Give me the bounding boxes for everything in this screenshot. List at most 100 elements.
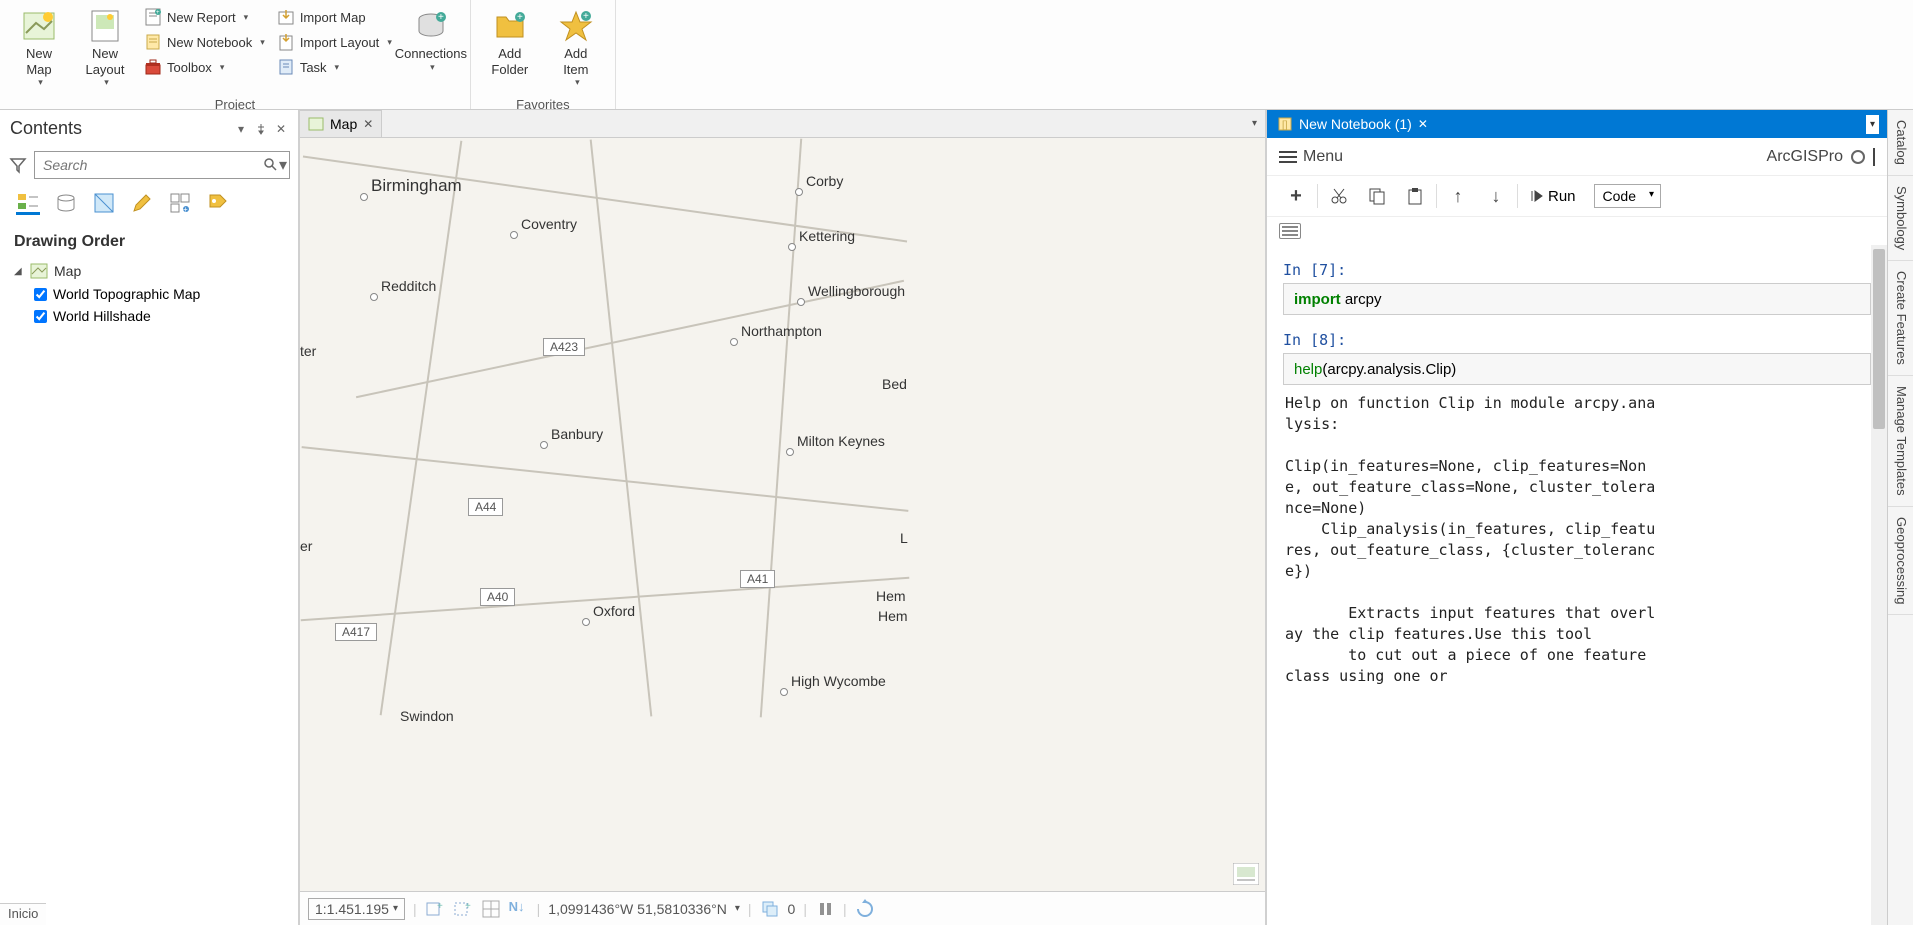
svg-text:+: +: [183, 205, 188, 214]
scale-input[interactable]: 1:1.451.195▾: [308, 898, 405, 920]
layer-item[interactable]: World Topographic Map: [34, 283, 284, 305]
cell-code[interactable]: import arcpy: [1283, 283, 1871, 315]
toolbox-button[interactable]: Toolbox: [140, 56, 269, 78]
connections-button[interactable]: + Connections: [400, 6, 462, 90]
cell-type-select[interactable]: Code: [1594, 184, 1661, 208]
toc-toolbar: +: [0, 183, 298, 223]
cell-code[interactable]: help(arcpy.analysis.Clip): [1283, 353, 1871, 385]
contents-title: Contents: [10, 118, 228, 139]
map-tree-item[interactable]: ◢ Map: [14, 259, 284, 283]
task-button[interactable]: Task: [273, 56, 396, 78]
side-panel-tab[interactable]: Create Features: [1888, 261, 1913, 376]
map-tab-label: Map: [330, 116, 357, 132]
map-status-bar: 1:1.451.195▾ | + + N↓ | 1,0991436°W 51,5…: [300, 891, 1265, 925]
search-icon[interactable]: ▾: [261, 152, 289, 178]
map-city-label: High Wycombe: [780, 673, 886, 689]
notebook-cell[interactable]: In [7]:import arcpy: [1275, 261, 1879, 315]
side-panel-tab[interactable]: Geoprocessing: [1888, 507, 1913, 615]
search-box: ▾: [34, 151, 290, 179]
new-map-button[interactable]: NewMap: [8, 6, 70, 90]
move-up-button[interactable]: ↑: [1441, 182, 1475, 210]
selection-count: 0: [788, 901, 796, 917]
map-tab[interactable]: Map ✕: [300, 110, 382, 137]
notebook-body[interactable]: In [7]:import arcpy In [8]: help(arcpy.ana…: [1267, 245, 1887, 925]
notebook-panel: [] New Notebook (1) ✕ ▾ Menu ArcGISPro +: [1265, 110, 1887, 925]
map-canvas[interactable]: BirminghamCoventryCorbyKetteringRedditch…: [300, 138, 1265, 891]
zoom-selection-icon[interactable]: +: [453, 899, 473, 919]
menu-button[interactable]: Menu: [1279, 148, 1343, 166]
refresh-icon[interactable]: [855, 899, 875, 919]
paste-button[interactable]: [1398, 182, 1432, 210]
basemap-attribution-icon[interactable]: [1233, 863, 1259, 885]
map-city-label: er: [300, 538, 312, 554]
new-layout-button[interactable]: NewLayout: [74, 6, 136, 90]
list-by-drawing-order-icon[interactable]: [16, 191, 40, 215]
add-folder-button[interactable]: + AddFolder: [479, 6, 541, 90]
close-icon[interactable]: ✕: [1418, 117, 1428, 131]
dropdown-icon[interactable]: ▾: [234, 122, 248, 136]
list-by-selection-icon[interactable]: [92, 191, 116, 215]
coord-menu-icon[interactable]: ▾: [735, 903, 740, 914]
coordinates-display[interactable]: 1,0991436°W 51,5810336°N: [548, 901, 727, 917]
new-report-button[interactable]: +New Report: [140, 6, 269, 28]
right-panels: CatalogSymbologyCreate FeaturesManage Te…: [1887, 110, 1913, 925]
map-city-label: Kettering: [788, 228, 855, 244]
cell-output: Help on function Clip in module arcpy.an…: [1275, 385, 1879, 695]
close-icon[interactable]: ✕: [274, 122, 288, 136]
snapping-icon[interactable]: N↓: [509, 899, 529, 919]
list-by-labeling-icon[interactable]: [206, 191, 230, 215]
copy-button[interactable]: [1360, 182, 1394, 210]
layer-item[interactable]: World Hillshade: [34, 305, 284, 327]
cut-button[interactable]: [1322, 182, 1356, 210]
add-cell-button[interactable]: +: [1279, 182, 1313, 210]
road-label: A41: [740, 570, 775, 588]
filter-icon[interactable]: [8, 155, 28, 175]
notebook-tab[interactable]: [] New Notebook (1) ✕: [1267, 110, 1438, 138]
list-by-editing-icon[interactable]: [130, 191, 154, 215]
svg-text:+: +: [465, 901, 471, 912]
map-city-label: Redditch: [370, 278, 436, 294]
contents-panel: Contents ▾ ✕ ▾ + Drawing Order ◢ M: [0, 110, 300, 925]
scrollbar[interactable]: [1871, 245, 1887, 925]
notebook-toolbar: + ↑ ↓ Run Code: [1267, 176, 1887, 217]
map-tab-bar: Map ✕ ▾: [300, 110, 1265, 138]
kernel-indicator[interactable]: ArcGISPro: [1767, 148, 1875, 166]
svg-text:[]: []: [1282, 120, 1288, 131]
map-city-label: Wellingborough: [797, 283, 905, 299]
road-label: A40: [480, 588, 515, 606]
grid-icon[interactable]: [481, 899, 501, 919]
close-icon[interactable]: ✕: [363, 117, 373, 131]
notebook-tab-icon: []: [1277, 116, 1293, 132]
notebook-cell[interactable]: In [8]: help(arcpy.analysis.Clip)Help on …: [1275, 331, 1879, 695]
map-city-label: Oxford: [582, 603, 635, 619]
side-panel-tab[interactable]: Symbology: [1888, 176, 1913, 261]
tab-menu-icon[interactable]: ▾: [1252, 118, 1257, 129]
cell-prompt: In [8]:: [1283, 331, 1879, 349]
layer-checkbox[interactable]: [34, 310, 47, 323]
map-view: Map ✕ ▾ BirminghamCoventryCorbyKettering…: [300, 110, 1265, 925]
report-icon: +: [144, 8, 162, 26]
new-notebook-button[interactable]: New Notebook: [140, 31, 269, 53]
collapse-arrow-icon[interactable]: ◢: [14, 266, 24, 277]
selection-count-icon[interactable]: [760, 899, 780, 919]
add-item-button[interactable]: + AddItem: [545, 6, 607, 90]
map-city-label: Corby: [795, 173, 843, 189]
layer-checkbox[interactable]: [34, 288, 47, 301]
scrollbar-thumb[interactable]: [1873, 249, 1885, 429]
pin-icon[interactable]: [254, 122, 268, 136]
list-by-source-icon[interactable]: [54, 191, 78, 215]
run-button[interactable]: Run: [1522, 188, 1584, 205]
side-panel-tab[interactable]: Catalog: [1888, 110, 1913, 176]
pause-icon[interactable]: [815, 899, 835, 919]
tab-menu-icon[interactable]: ▾: [1866, 115, 1879, 134]
side-panel-tab[interactable]: Manage Templates: [1888, 376, 1913, 507]
keyboard-icon[interactable]: [1279, 223, 1301, 239]
layer-label: World Hillshade: [53, 308, 151, 324]
map-tab-icon: [308, 116, 324, 132]
import-layout-button[interactable]: Import Layout: [273, 31, 396, 53]
zoom-fixed-icon[interactable]: +: [425, 899, 445, 919]
import-map-button[interactable]: Import Map: [273, 6, 396, 28]
move-down-button[interactable]: ↓: [1479, 182, 1513, 210]
search-input[interactable]: [35, 152, 261, 178]
list-by-snapping-icon[interactable]: +: [168, 191, 192, 215]
